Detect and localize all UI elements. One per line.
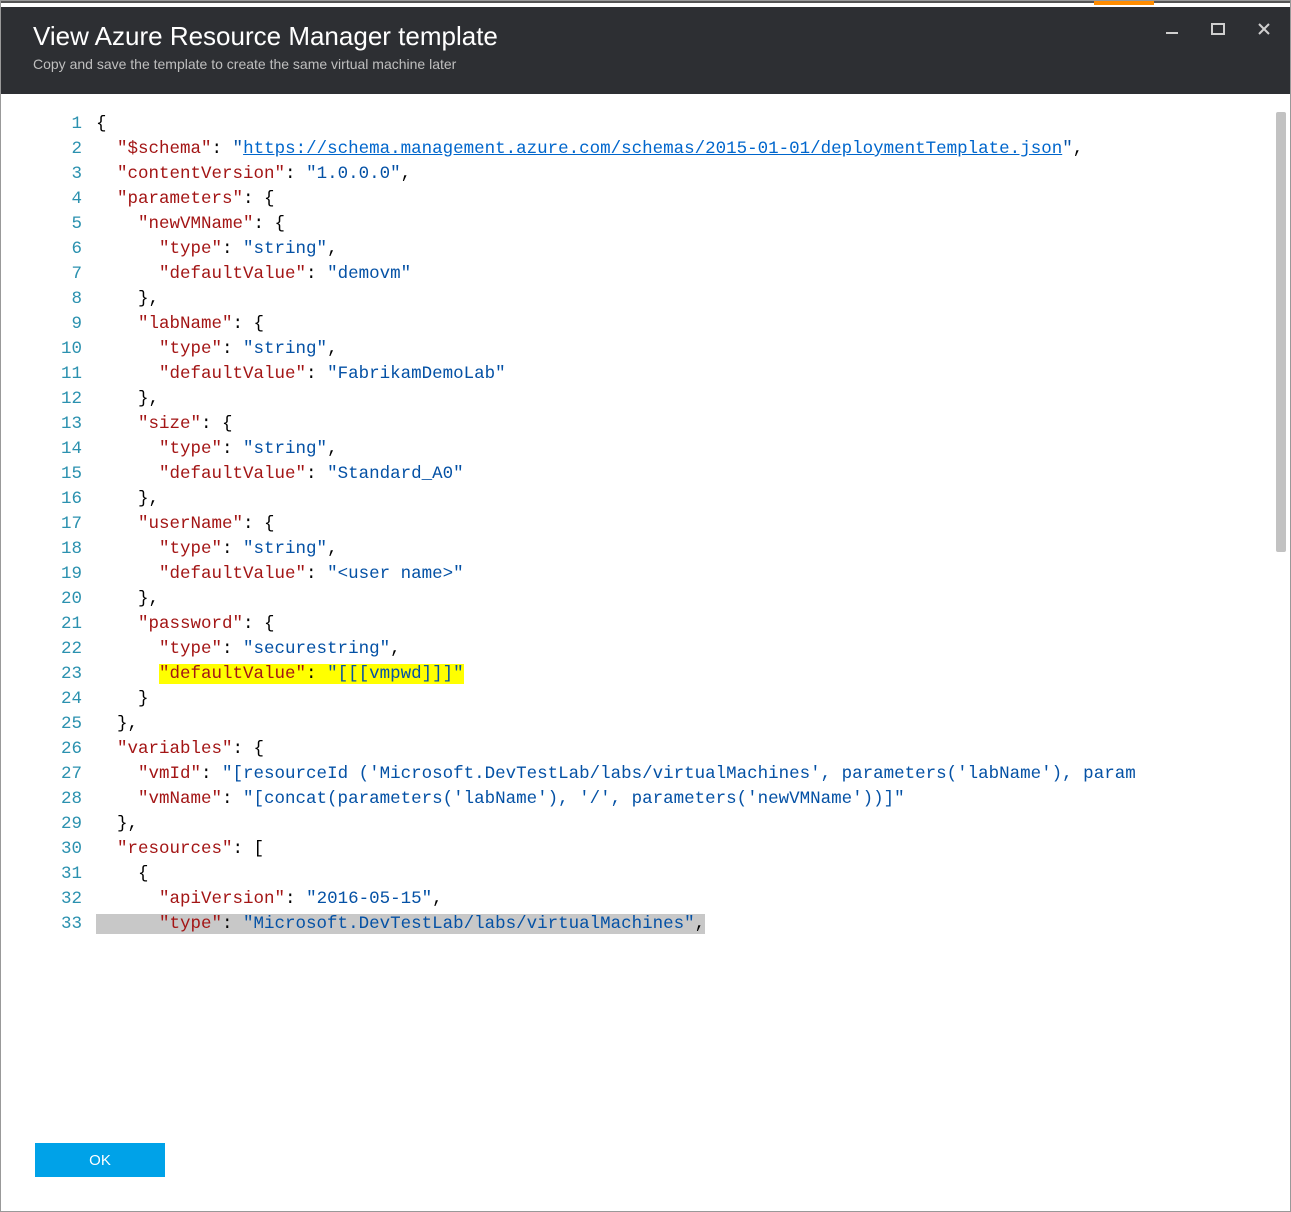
code-line: "defaultValue": "Standard_A0" [96, 462, 1290, 487]
line-number: 3 [1, 162, 82, 187]
line-number: 7 [1, 262, 82, 287]
line-number: 23 [1, 662, 82, 687]
code-line: { [96, 112, 1290, 137]
code-line: "size": { [96, 412, 1290, 437]
maximize-icon [1210, 21, 1226, 37]
accent-orange [1094, 1, 1154, 5]
line-number: 5 [1, 212, 82, 237]
vertical-scrollbar[interactable] [1276, 112, 1286, 552]
line-number: 25 [1, 712, 82, 737]
code-line: "labName": { [96, 312, 1290, 337]
code-line: "defaultValue": "<user name>" [96, 562, 1290, 587]
code-line: "apiVersion": "2016-05-15", [96, 887, 1290, 912]
line-number: 1 [1, 112, 82, 137]
line-number: 26 [1, 737, 82, 762]
code-line: "resources": [ [96, 837, 1290, 862]
dialog-title: View Azure Resource Manager template [33, 21, 498, 52]
code-line: }, [96, 387, 1290, 412]
header-text: View Azure Resource Manager template Cop… [33, 21, 498, 72]
code-line: }, [96, 587, 1290, 612]
line-number: 6 [1, 237, 82, 262]
minimize-icon [1164, 21, 1180, 37]
line-number: 17 [1, 512, 82, 537]
code-line: "type": "securestring", [96, 637, 1290, 662]
line-number: 11 [1, 362, 82, 387]
line-number: 24 [1, 687, 82, 712]
line-number: 29 [1, 812, 82, 837]
line-number: 30 [1, 837, 82, 862]
window-controls [1158, 15, 1278, 43]
code-editor[interactable]: 1234567891011121314151617181920212223242… [1, 94, 1290, 1119]
code-line: "vmId": "[resourceId ('Microsoft.DevTest… [96, 762, 1290, 787]
line-number: 27 [1, 762, 82, 787]
code-line: { [96, 862, 1290, 887]
code-line: "defaultValue": "FabrikamDemoLab" [96, 362, 1290, 387]
close-button[interactable] [1250, 15, 1278, 43]
code-line: }, [96, 287, 1290, 312]
code-line: "type": "string", [96, 337, 1290, 362]
dialog-subtitle: Copy and save the template to create the… [33, 56, 498, 72]
dialog-header: View Azure Resource Manager template Cop… [1, 7, 1290, 94]
line-number: 28 [1, 787, 82, 812]
code-line: "type": "string", [96, 237, 1290, 262]
line-number: 8 [1, 287, 82, 312]
line-number-gutter: 1234567891011121314151617181920212223242… [1, 112, 96, 1101]
line-number: 9 [1, 312, 82, 337]
code-line: }, [96, 812, 1290, 837]
code-line: "defaultValue": "[[[vmpwd]]]" [96, 662, 1290, 687]
close-icon [1256, 21, 1272, 37]
line-number: 16 [1, 487, 82, 512]
code-line: "type": "string", [96, 437, 1290, 462]
line-number: 21 [1, 612, 82, 637]
minimize-button[interactable] [1158, 15, 1186, 43]
line-number: 15 [1, 462, 82, 487]
line-number: 10 [1, 337, 82, 362]
code-line: "$schema": "https://schema.management.az… [96, 137, 1290, 162]
maximize-button[interactable] [1204, 15, 1232, 43]
line-number: 31 [1, 862, 82, 887]
line-number: 14 [1, 437, 82, 462]
code-line: "defaultValue": "demovm" [96, 262, 1290, 287]
code-line: "parameters": { [96, 187, 1290, 212]
line-number: 18 [1, 537, 82, 562]
line-number: 4 [1, 187, 82, 212]
line-number: 20 [1, 587, 82, 612]
line-number: 12 [1, 387, 82, 412]
code-line: }, [96, 712, 1290, 737]
line-number: 32 [1, 887, 82, 912]
code-line: "password": { [96, 612, 1290, 637]
code-content[interactable]: { "$schema": "https://schema.management.… [96, 112, 1290, 1101]
code-line: "userName": { [96, 512, 1290, 537]
line-number: 22 [1, 637, 82, 662]
line-number: 33 [1, 912, 82, 937]
code-line: } [96, 687, 1290, 712]
dialog-window: View Azure Resource Manager template Cop… [1, 1, 1290, 1211]
code-line: "type": "Microsoft.DevTestLab/labs/virtu… [96, 912, 1290, 937]
line-number: 2 [1, 137, 82, 162]
code-line: "contentVersion": "1.0.0.0", [96, 162, 1290, 187]
line-number: 19 [1, 562, 82, 587]
line-number: 13 [1, 412, 82, 437]
code-line: "newVMName": { [96, 212, 1290, 237]
code-line: "type": "string", [96, 537, 1290, 562]
dialog-footer: OK [1, 1119, 1290, 1211]
code-line: }, [96, 487, 1290, 512]
code-line: "vmName": "[concat(parameters('labName')… [96, 787, 1290, 812]
code-line: "variables": { [96, 737, 1290, 762]
ok-button[interactable]: OK [35, 1143, 165, 1177]
